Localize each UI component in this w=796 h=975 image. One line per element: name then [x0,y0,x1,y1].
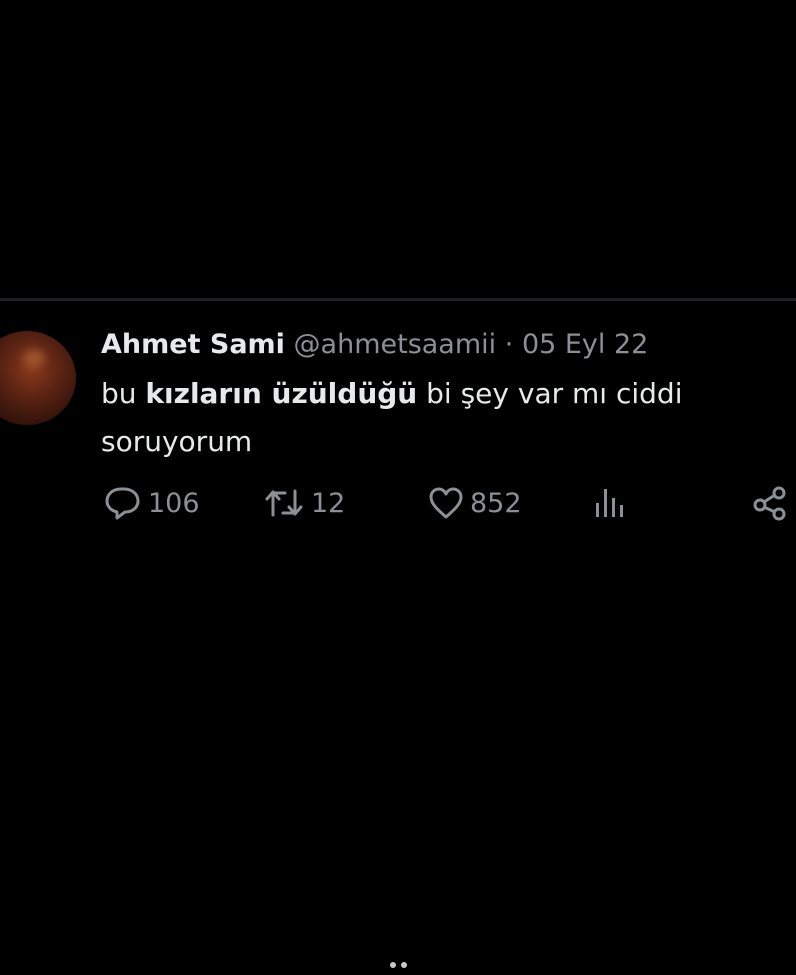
header-separator: · [504,329,514,360]
reply-count: 106 [148,487,200,519]
tweet-date[interactable]: 05 Eyl 22 [522,329,648,360]
retweet-button[interactable]: 12 [263,481,345,525]
carousel-dot[interactable] [390,962,396,968]
carousel-dot[interactable] [401,962,407,968]
reply-button[interactable]: 106 [104,481,200,525]
heart-icon [428,486,464,520]
bar-chart-icon [593,485,627,521]
share-button[interactable] [752,481,790,525]
like-count: 852 [470,487,522,519]
author-name[interactable]: Ahmet Sami [101,329,285,360]
like-button[interactable]: 852 [428,481,522,525]
share-icon [752,485,790,521]
carousel-indicator [390,962,412,970]
views-button[interactable] [593,481,627,525]
speech-bubble-icon [104,485,142,521]
tweet-header: Ahmet Sami @ahmetsaamii · 05 Eyl 22 [101,327,648,363]
tweet-actions: 106 12 852 [0,481,796,525]
author-handle[interactable]: @ahmetsaamii [294,329,497,360]
avatar[interactable] [0,331,76,425]
tweet-text-part1: bu [101,377,146,410]
tweet-text-bold: kızların üzüldüğü [145,377,418,410]
retweet-count: 12 [311,487,346,519]
tweet-card[interactable]: Ahmet Sami @ahmetsaamii · 05 Eyl 22 bu k… [0,301,796,561]
tweet-text: bu kızların üzüldüğü bi şey var mı ciddi… [101,370,761,466]
retweet-arrows-icon [263,485,305,521]
